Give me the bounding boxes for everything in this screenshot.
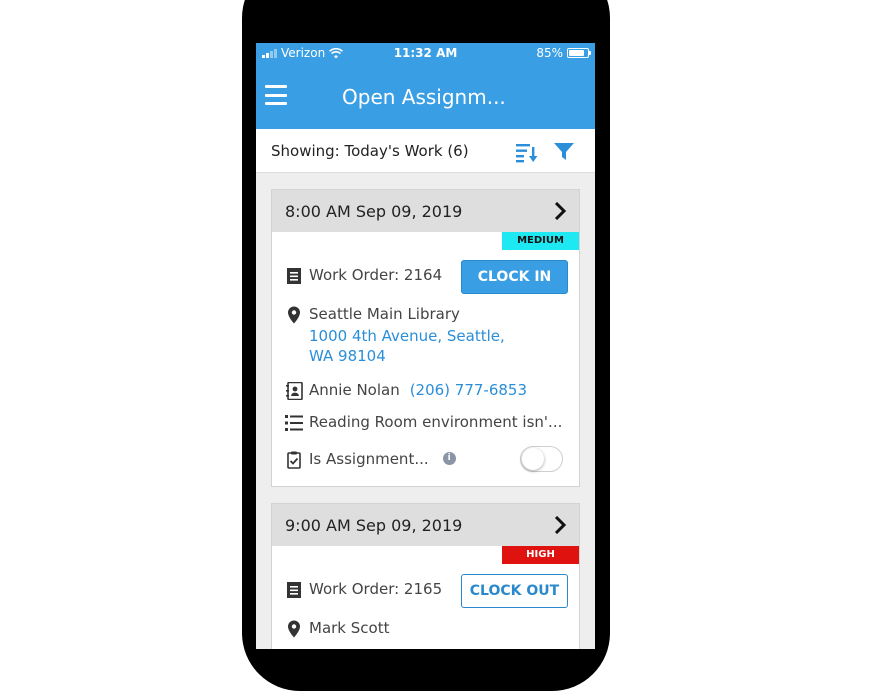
status-bar: Verizon 11:32 AM 85%	[256, 43, 595, 65]
work-order-row: Work Order: 2165	[285, 580, 442, 599]
address-line2[interactable]: WA 98104	[309, 347, 505, 365]
filter-icon[interactable]	[554, 143, 574, 161]
battery-group: 85%	[536, 46, 591, 60]
toggle-knob	[522, 448, 544, 470]
receipt-icon	[287, 582, 301, 598]
priority-badge: HIGH	[502, 546, 579, 564]
chevron-right-icon[interactable]	[553, 516, 567, 534]
address-line1[interactable]: 1000 4th Avenue, Seattle,	[309, 327, 505, 345]
location-name: Mark Scott	[309, 619, 390, 637]
card-header[interactable]: 9:00 AM Sep 09, 2019	[272, 504, 579, 546]
contact-name: Annie Nolan	[309, 381, 400, 399]
location-row: Seattle Main Library 1000 4th Avenue, Se…	[285, 305, 505, 365]
filter-bar: Showing: Today's Work (6)	[256, 129, 595, 173]
description-row: Reading Room environment isn'...	[285, 413, 562, 432]
location-row: Mark Scott	[285, 619, 389, 638]
contact-row: Annie Nolan (206) 777-6853	[285, 381, 527, 400]
app-screen: Verizon 11:32 AM 85% Open Assignm... Sho…	[256, 43, 595, 649]
card-header[interactable]: 8:00 AM Sep 09, 2019	[272, 190, 579, 232]
page-title: Open Assignm...	[342, 85, 506, 109]
receipt-icon	[287, 268, 301, 284]
contact-book-icon	[286, 382, 303, 400]
clock-out-button[interactable]: CLOCK OUT	[461, 574, 568, 608]
assignment-toggle[interactable]	[520, 446, 563, 472]
priority-badge: MEDIUM	[502, 232, 579, 250]
battery-percent: 85%	[536, 46, 563, 60]
menu-icon[interactable]	[265, 85, 287, 105]
clipboard-check-icon	[287, 451, 301, 469]
showing-label: Showing: Today's Work (6)	[271, 142, 469, 160]
list-icon	[285, 415, 303, 431]
assignment-flag-label: Is Assignment...	[309, 450, 429, 468]
work-order-row: Work Order: 2164	[285, 266, 442, 285]
work-order-label: Work Order: 2165	[309, 580, 443, 598]
assignment-datetime: 9:00 AM Sep 09, 2019	[285, 516, 463, 535]
assignment-flag-row: Is Assignment... i	[285, 450, 456, 469]
sort-icon[interactable]	[516, 143, 538, 163]
map-pin-icon	[288, 306, 300, 324]
info-icon[interactable]: i	[442, 452, 456, 465]
app-bar: Open Assignm...	[256, 65, 595, 129]
chevron-right-icon[interactable]	[553, 202, 567, 220]
map-pin-icon	[288, 620, 300, 638]
clock-in-button[interactable]: CLOCK IN	[461, 260, 568, 294]
location-name: Seattle Main Library	[309, 305, 460, 323]
description-text: Reading Room environment isn'...	[309, 413, 563, 431]
assignment-datetime: 8:00 AM Sep 09, 2019	[285, 202, 463, 221]
battery-icon	[567, 48, 591, 58]
assignment-card: 8:00 AM Sep 09, 2019 MEDIUM Work Order: …	[271, 189, 580, 487]
contact-phone[interactable]: (206) 777-6853	[410, 381, 527, 399]
work-order-label: Work Order: 2164	[309, 266, 443, 284]
assignment-card: 9:00 AM Sep 09, 2019 HIGH Work Order: 21…	[271, 503, 580, 649]
